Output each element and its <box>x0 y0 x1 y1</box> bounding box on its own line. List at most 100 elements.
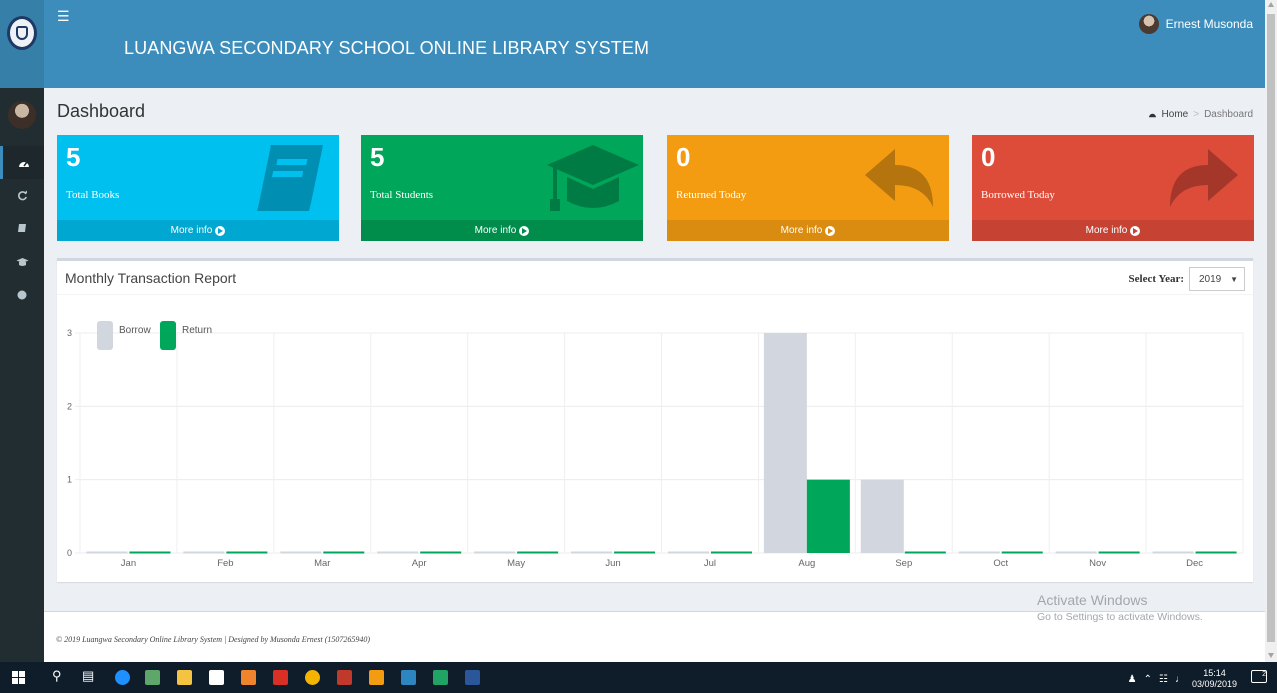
windows-start-icon[interactable] <box>12 671 25 684</box>
main-content: Dashboard Home > Dashboard 5 Total Books… <box>44 88 1265 662</box>
x-tick-label: Dec <box>1186 558 1203 569</box>
year-select[interactable]: 2019 ▼ <box>1189 267 1245 291</box>
book-icon <box>257 145 323 211</box>
x-tick-label: Feb <box>217 558 233 569</box>
x-tick-label: Jul <box>704 558 716 569</box>
clock[interactable]: 15:14 03/09/2019 <box>1192 668 1237 690</box>
scroll-thumb[interactable] <box>1267 14 1275 642</box>
school-logo[interactable] <box>0 0 44 88</box>
scroll-down-icon[interactable] <box>1268 653 1274 658</box>
hamburger-icon[interactable]: ☰ <box>57 8 70 25</box>
more-info-label: More info <box>1085 225 1128 236</box>
bar-return <box>323 551 365 554</box>
chevron-up-icon[interactable]: ⌃ <box>1144 674 1152 685</box>
sidebar-nav <box>0 146 44 311</box>
excel-icon[interactable] <box>433 670 448 685</box>
clock-date: 03/09/2019 <box>1191 679 1237 689</box>
stat-value: 0 <box>676 142 691 172</box>
notification-center-icon[interactable]: 2 <box>1251 670 1267 683</box>
more-info-link[interactable]: More info <box>667 220 949 241</box>
footer-text: © 2019 Luangwa Secondary Online Library … <box>56 635 371 644</box>
arrow-circle-right-icon <box>1130 225 1141 236</box>
x-tick-label: Jun <box>605 558 620 569</box>
sidebar-item-dashboard[interactable] <box>0 146 44 179</box>
image-viewer-icon[interactable] <box>145 670 160 685</box>
stat-value: 0 <box>981 142 996 172</box>
watermark-title: Activate Windows <box>1037 592 1148 608</box>
more-info-link[interactable]: More info <box>361 220 643 241</box>
y-tick-label: 0 <box>67 548 72 558</box>
sidebar-item-students[interactable] <box>0 245 44 278</box>
media-player-icon[interactable] <box>401 670 416 685</box>
volume-icon[interactable]: ♩ <box>1175 674 1185 685</box>
acrobat-icon[interactable] <box>273 670 288 685</box>
stat-value: 5 <box>66 142 81 172</box>
app-title: LUANGWA SECONDARY SCHOOL ONLINE LIBRARY … <box>124 38 650 58</box>
page-title: Dashboard <box>57 101 146 121</box>
graduation-cap-icon <box>547 145 639 211</box>
stat-box-returned-today: 0 Returned Today More info <box>667 135 949 241</box>
bar-return <box>1001 551 1043 554</box>
notification-count: 2 <box>1262 671 1266 678</box>
vertical-scrollbar[interactable] <box>1265 0 1277 662</box>
legend-swatch-return <box>160 321 176 350</box>
stat-value: 5 <box>370 142 385 172</box>
clock-time: 15:14 <box>1203 668 1226 678</box>
sidebar-item-settings[interactable] <box>0 278 44 311</box>
system-tray: ♟ ⌃ ☷ ♩ 15:14 03/09/2019 <box>1128 668 1237 690</box>
watermark-subtitle: Go to Settings to activate Windows. <box>1037 611 1203 623</box>
word-icon[interactable] <box>465 670 480 685</box>
x-tick-label: May <box>507 558 525 569</box>
top-header: ☰ LUANGWA SECONDARY SCHOOL ONLINE LIBRAR… <box>44 0 1265 88</box>
network-icon[interactable]: ☷ <box>1159 674 1168 685</box>
dashboard-icon <box>18 161 29 167</box>
breadcrumb-home[interactable]: Home <box>1162 109 1189 120</box>
more-info-link[interactable]: More info <box>972 220 1254 241</box>
bar-borrow <box>958 551 1000 554</box>
x-tick-label: Apr <box>412 558 427 569</box>
legend-label-return: Return <box>182 325 212 336</box>
user-avatar <box>1138 14 1159 34</box>
bar-borrow <box>377 551 419 554</box>
store-icon[interactable] <box>209 670 224 685</box>
task-view-icon[interactable]: ▤ <box>82 668 94 684</box>
breadcrumb: Home > Dashboard <box>1148 109 1253 120</box>
year-filter: Select Year: 2019 ▼ <box>1129 267 1245 291</box>
bar-return <box>1098 551 1140 554</box>
xampp-icon[interactable] <box>241 670 256 685</box>
more-info-label: More info <box>474 225 517 236</box>
file-explorer-icon[interactable] <box>177 670 192 685</box>
breadcrumb-current: Dashboard <box>1204 109 1253 120</box>
report-header: Monthly Transaction Report Select Year: … <box>57 261 1253 295</box>
sidebar-item-transactions[interactable] <box>0 179 44 212</box>
sidebar-item-books[interactable] <box>0 212 44 245</box>
bar-return <box>1195 551 1237 554</box>
more-info-link[interactable]: More info <box>57 220 339 241</box>
bar-return <box>806 479 850 553</box>
monthly-report-panel: Monthly Transaction Report Select Year: … <box>57 258 1253 582</box>
monthly-transaction-chart: 0 1 2 3 Jan Feb Mar Apr May Jun Jul Aug Sep Oct Nov Dec… <box>67 321 1244 569</box>
app-icon[interactable] <box>337 670 352 685</box>
bar-return <box>904 551 946 554</box>
arrow-circle-right-icon <box>825 225 836 236</box>
people-icon[interactable]: ♟ <box>1128 674 1137 685</box>
edge-icon[interactable] <box>115 670 130 685</box>
sidebar-user-avatar <box>8 101 36 129</box>
stat-label: Total Books <box>66 189 120 201</box>
stat-box-total-books: 5 Total Books More info <box>57 135 339 241</box>
chrome-icon[interactable] <box>305 670 320 685</box>
y-tick-label: 3 <box>67 328 72 338</box>
arrow-circle-right-icon <box>519 225 530 236</box>
more-info-label: More info <box>780 225 823 236</box>
sublime-text-icon[interactable] <box>369 670 384 685</box>
scroll-up-icon[interactable] <box>1268 2 1274 7</box>
search-icon[interactable]: ⚲ <box>52 668 62 684</box>
report-title: Monthly Transaction Report <box>65 270 237 286</box>
legend-swatch-borrow <box>97 321 113 350</box>
y-tick-label: 1 <box>67 475 72 485</box>
stat-label: Returned Today <box>676 189 747 201</box>
bar-return <box>129 551 171 554</box>
bar-borrow <box>763 333 807 553</box>
user-menu[interactable]: Ernest Musonda <box>1138 14 1253 34</box>
refresh-icon <box>17 190 27 201</box>
